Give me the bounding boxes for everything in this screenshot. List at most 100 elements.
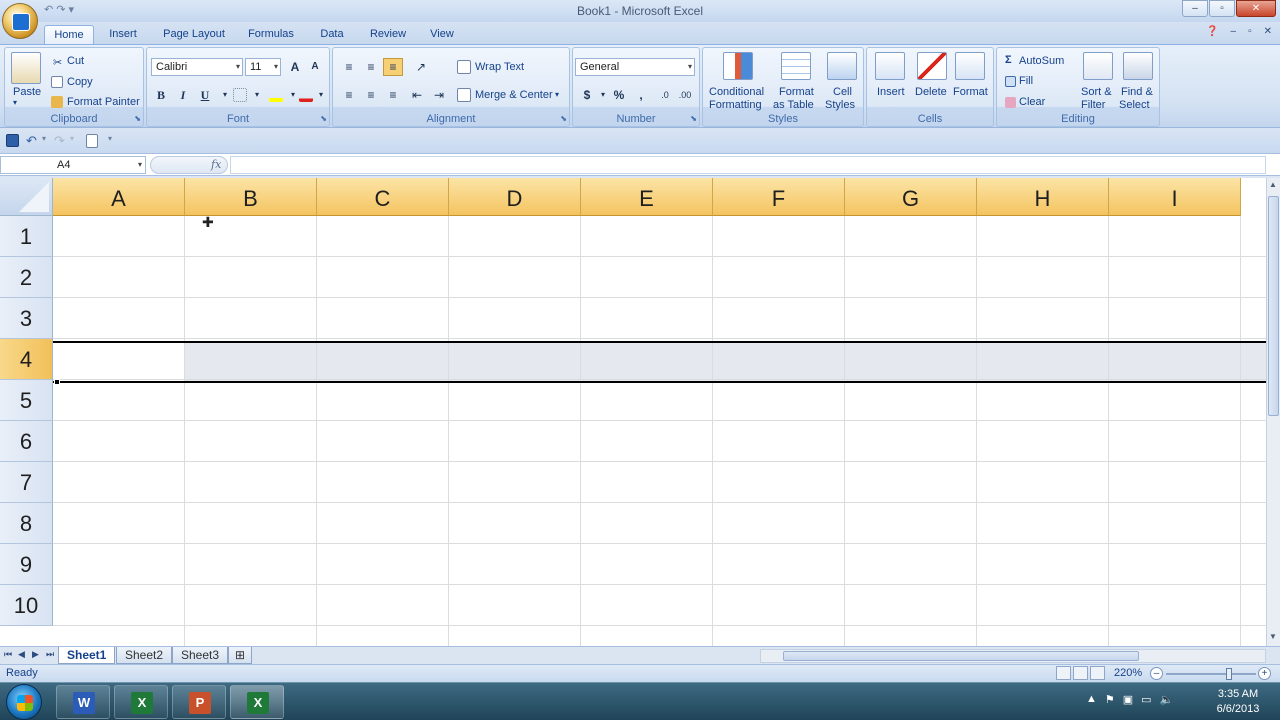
fill-color-icon[interactable]	[269, 88, 283, 102]
vertical-scrollbar[interactable]: ▲ ▼	[1266, 178, 1280, 646]
format-as-table-label-2[interactable]: as Table	[773, 99, 814, 111]
merge-dropdown-icon[interactable]: ▾	[555, 90, 559, 99]
select-all-button[interactable]	[0, 178, 53, 216]
sheet-tab-3[interactable]: Sheet3	[172, 647, 229, 664]
conditional-formatting-label[interactable]: Conditional	[709, 86, 764, 98]
sheet-tab-1[interactable]: Sheet1	[58, 647, 116, 664]
row-header-5[interactable]: 5	[0, 380, 53, 421]
zoom-level[interactable]: 220%	[1114, 667, 1142, 679]
save-icon[interactable]	[6, 134, 19, 147]
decrease-indent-icon[interactable]: ⇤	[407, 86, 427, 104]
maximize-button[interactable]: ▫	[1209, 0, 1235, 17]
normal-view-icon[interactable]	[1056, 666, 1071, 680]
middle-align-icon[interactable]: ≡	[361, 58, 381, 76]
undo-icon[interactable]: ↶	[26, 133, 37, 149]
borders-icon[interactable]	[233, 88, 247, 102]
minimize-button[interactable]: –	[1182, 0, 1208, 17]
tab-insert[interactable]: Insert	[100, 25, 146, 44]
zoom-out-icon[interactable]: –	[1150, 667, 1163, 680]
clock[interactable]: 3:35 AM 6/6/2013	[1210, 687, 1266, 717]
horizontal-scroll-thumb[interactable]	[783, 651, 1139, 661]
column-header-c[interactable]: C	[317, 178, 449, 216]
taskbar-powerpoint[interactable]: P	[172, 685, 226, 719]
row-header-3[interactable]: 3	[0, 298, 53, 339]
action-center-icon[interactable]: ⚑	[1105, 693, 1115, 706]
dialog-launcher-icon[interactable]: ⬊	[560, 114, 567, 123]
last-sheet-icon[interactable]: ⏭	[46, 649, 54, 660]
increase-indent-icon[interactable]: ⇥	[429, 86, 449, 104]
tab-review[interactable]: Review	[364, 25, 412, 44]
insert-sheet-icon[interactable]: ⊞	[228, 647, 253, 664]
bottom-align-icon[interactable]: ≡	[383, 58, 403, 76]
tray-app-icon[interactable]: ▣	[1123, 693, 1133, 706]
name-box[interactable]: A4 ▾	[0, 156, 146, 174]
comma-button[interactable]: ,	[631, 86, 651, 104]
row-header-10[interactable]: 10	[0, 585, 53, 626]
delete-cells-button[interactable]: Delete	[915, 86, 947, 98]
taskbar-word[interactable]: W	[56, 685, 110, 719]
align-center-icon[interactable]: ≡	[361, 86, 381, 104]
print-preview-icon[interactable]	[86, 134, 98, 148]
cell-styles-label-2[interactable]: Styles	[825, 99, 855, 111]
column-header-f[interactable]: F	[713, 178, 845, 216]
zoom-in-icon[interactable]: +	[1258, 667, 1271, 680]
dialog-launcher-icon[interactable]: ⬊	[690, 114, 697, 123]
formula-input[interactable]	[230, 156, 1266, 174]
grow-font-button[interactable]: A	[285, 58, 305, 76]
scroll-down-icon[interactable]: ▼	[1269, 632, 1277, 641]
column-header-b[interactable]: B	[185, 178, 317, 216]
page-break-view-icon[interactable]	[1090, 666, 1105, 680]
tab-page-layout[interactable]: Page Layout	[158, 25, 230, 44]
zoom-slider[interactable]: – +	[1150, 667, 1274, 681]
underline-button[interactable]: U	[195, 86, 215, 104]
prev-sheet-icon[interactable]: ◀	[18, 649, 25, 660]
tab-view[interactable]: View	[422, 25, 462, 44]
vertical-scroll-thumb[interactable]	[1268, 196, 1279, 416]
sort-filter-label[interactable]: Sort &	[1081, 86, 1112, 98]
network-icon[interactable]: ▭	[1141, 693, 1151, 706]
active-cell[interactable]	[53, 341, 185, 382]
bold-button[interactable]: B	[151, 86, 171, 104]
dialog-launcher-icon[interactable]: ⬊	[320, 114, 327, 123]
tab-home[interactable]: Home	[44, 25, 94, 44]
sort-filter-label-2[interactable]: Filter	[1081, 99, 1105, 111]
row-header-4[interactable]: 4	[0, 339, 53, 380]
ribbon-close-icon[interactable]: ✕	[1264, 26, 1272, 37]
dialog-launcher-icon[interactable]: ⬊	[134, 114, 141, 123]
paste-dropdown-icon[interactable]: ▾	[13, 98, 17, 107]
copy-button[interactable]: Copy	[67, 76, 93, 88]
italic-button[interactable]: I	[173, 86, 193, 104]
cut-button[interactable]: Cut	[67, 55, 84, 67]
percent-button[interactable]: %	[609, 86, 629, 104]
merge-center-button[interactable]: Merge & Center	[475, 89, 553, 101]
font-color-dropdown-icon[interactable]: ▾	[311, 86, 331, 104]
column-header-g[interactable]: G	[845, 178, 977, 216]
column-header-e[interactable]: E	[581, 178, 713, 216]
sheet-tab-2[interactable]: Sheet2	[116, 647, 173, 664]
next-sheet-icon[interactable]: ▶	[32, 649, 39, 660]
ribbon-minimize-icon[interactable]: –	[1231, 26, 1237, 37]
row-header-7[interactable]: 7	[0, 462, 53, 503]
fill-handle[interactable]	[54, 379, 60, 385]
office-button[interactable]	[2, 3, 38, 39]
align-left-icon[interactable]: ≡	[339, 86, 359, 104]
customize-qat-icon[interactable]: ▾	[108, 134, 112, 143]
format-cells-button[interactable]: Format	[953, 86, 988, 98]
increase-decimal-icon[interactable]: .0	[655, 86, 675, 104]
decrease-decimal-icon[interactable]: .00	[675, 86, 695, 104]
row-header-8[interactable]: 8	[0, 503, 53, 544]
borders-dropdown-icon[interactable]: ▾	[247, 86, 267, 104]
clear-button[interactable]: Clear	[1019, 96, 1045, 108]
font-size-select[interactable]: 11 ▾	[245, 58, 281, 76]
zoom-knob[interactable]	[1226, 668, 1232, 680]
format-cells-icon[interactable]	[955, 52, 985, 80]
conditional-formatting-label-2[interactable]: Formatting	[709, 99, 762, 111]
wrap-text-button[interactable]: Wrap Text	[475, 61, 524, 73]
format-painter-button[interactable]: Format Painter	[67, 96, 140, 108]
undo-dropdown-icon[interactable]: ▾	[42, 134, 46, 143]
tab-data[interactable]: Data	[312, 25, 352, 44]
format-as-table-label[interactable]: Format	[779, 86, 814, 98]
close-button[interactable]: ✕	[1236, 0, 1276, 17]
find-select-label[interactable]: Find &	[1121, 86, 1153, 98]
insert-function-button[interactable]: fx	[211, 157, 221, 173]
